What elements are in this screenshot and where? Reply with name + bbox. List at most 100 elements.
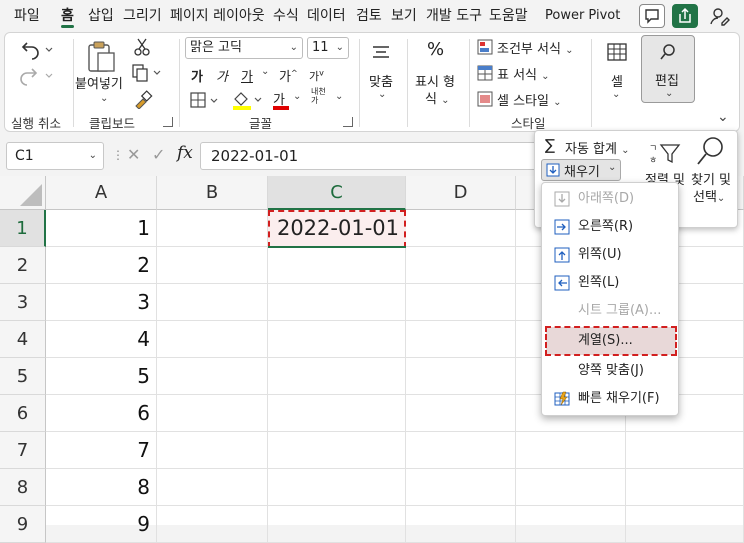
cell-a5[interactable]: 5	[46, 358, 157, 395]
fill-menu-left[interactable]: 왼쪽(L)	[546, 269, 676, 297]
column-header-c[interactable]: C	[268, 176, 406, 210]
cells-label[interactable]: 셀	[611, 71, 623, 90]
tab-developer[interactable]: 개발 도구	[426, 0, 482, 32]
italic-button[interactable]: 가	[216, 66, 228, 85]
cut-icon[interactable]	[133, 37, 151, 57]
alignment-icon[interactable]	[371, 43, 391, 63]
cell-f7[interactable]	[626, 432, 744, 469]
tab-insert[interactable]: 삽입	[88, 0, 114, 32]
cell-c1[interactable]: 2022-01-01	[268, 210, 406, 248]
tab-power-pivot[interactable]: Power Pivot	[545, 0, 620, 32]
fill-menu-up[interactable]: 위쪽(U)	[546, 241, 676, 269]
font-color-button[interactable]: 가	[273, 89, 289, 110]
row-header-8[interactable]: 8	[0, 469, 46, 506]
tab-draw[interactable]: 그리기	[123, 0, 162, 32]
alignment-chevron-icon[interactable]: ⌄	[378, 89, 386, 100]
name-box[interactable]: C1 ⌄	[6, 142, 104, 170]
cell-c5[interactable]	[268, 358, 406, 395]
cell-a4[interactable]: 4	[46, 321, 157, 358]
tab-formulas[interactable]: 수식	[273, 0, 299, 32]
copy-icon[interactable]	[131, 63, 165, 83]
sort-filter-icon[interactable]: ㄱ ㅎ	[647, 139, 681, 169]
grow-font-button[interactable]: 가^	[279, 66, 298, 85]
cell-c7[interactable]	[268, 432, 406, 469]
tab-help[interactable]: 도움말	[489, 0, 528, 32]
cell-a2[interactable]: 2	[46, 247, 157, 284]
find-select-button[interactable]: 선택⌄	[693, 186, 725, 205]
cell-e7[interactable]	[516, 432, 626, 469]
format-painter-icon[interactable]	[133, 89, 153, 109]
row-header-1[interactable]: 1	[0, 210, 46, 247]
select-all-button[interactable]	[0, 176, 46, 210]
number-format-label-line2[interactable]: 식 ⌄	[425, 88, 450, 107]
cell-b1[interactable]	[157, 210, 268, 247]
font-size-field[interactable]: 11 ⌄	[307, 37, 349, 59]
conditional-format-button[interactable]: 조건부 서식 ⌄	[497, 38, 573, 57]
cell-b4[interactable]	[157, 321, 268, 358]
cell-d8[interactable]	[406, 469, 516, 506]
cell-c4[interactable]	[268, 321, 406, 358]
cells-icon[interactable]	[607, 43, 627, 61]
row-header-5[interactable]: 5	[0, 358, 46, 395]
paste-icon[interactable]	[83, 39, 119, 75]
underline-chevron-icon[interactable]: ⌄	[261, 66, 269, 77]
redo-icon[interactable]	[19, 65, 53, 87]
cell-c6[interactable]	[268, 395, 406, 432]
cell-b6[interactable]	[157, 395, 268, 432]
undo-icon[interactable]	[19, 39, 53, 61]
confirm-entry-icon[interactable]: ✓	[152, 145, 165, 164]
cell-d2[interactable]	[406, 247, 516, 284]
row-header-3[interactable]: 3	[0, 284, 46, 321]
fill-menu-flash-fill[interactable]: 빠른 채우기(F)	[546, 385, 676, 413]
tab-review[interactable]: 검토	[356, 0, 382, 32]
phonetic-chevron-icon[interactable]: ⌄	[335, 91, 343, 102]
fill-menu-sheet-group[interactable]: 시트 그룹(A)...	[546, 297, 676, 325]
cell-b2[interactable]	[157, 247, 268, 284]
cells-chevron-icon[interactable]: ⌄	[612, 89, 620, 100]
alignment-label[interactable]: 맞춤	[369, 71, 393, 90]
number-format-icon[interactable]: %	[427, 39, 444, 60]
cell-d7[interactable]	[406, 432, 516, 469]
formula-input[interactable]: 2022-01-01	[200, 142, 540, 170]
fill-menu-down[interactable]: 아래쪽(D)	[546, 185, 676, 213]
cell-d3[interactable]	[406, 284, 516, 321]
column-header-d[interactable]: D	[406, 176, 516, 210]
cell-c3[interactable]	[268, 284, 406, 321]
shrink-font-button[interactable]: 가v	[309, 68, 324, 84]
row-header-6[interactable]: 6	[0, 395, 46, 432]
cell-b7[interactable]	[157, 432, 268, 469]
cell-a7[interactable]: 7	[46, 432, 157, 469]
cell-a8[interactable]: 8	[46, 469, 157, 506]
font-color-chevron-icon[interactable]: ⌄	[293, 91, 301, 102]
cell-d5[interactable]	[406, 358, 516, 395]
coauthor-icon[interactable]	[708, 5, 732, 27]
row-header-7[interactable]: 7	[0, 432, 46, 469]
tab-page-layout[interactable]: 페이지 레이아웃	[170, 0, 265, 32]
cell-c8[interactable]	[268, 469, 406, 506]
cell-a1[interactable]: 1	[46, 210, 157, 247]
paste-chevron-icon[interactable]: ⌄	[100, 93, 108, 104]
cell-f8[interactable]	[626, 469, 744, 506]
cell-c2[interactable]	[268, 247, 406, 284]
fill-button[interactable]: 채우기 ⌄	[541, 159, 621, 181]
tab-data[interactable]: 데이터	[307, 0, 346, 32]
tab-file[interactable]: 파일	[14, 0, 40, 32]
fill-color-icon[interactable]	[231, 89, 265, 111]
cell-d4[interactable]	[406, 321, 516, 358]
cell-e8[interactable]	[516, 469, 626, 506]
row-header-2[interactable]: 2	[0, 247, 46, 284]
underline-button[interactable]: 가	[241, 66, 253, 85]
column-header-b[interactable]: B	[157, 176, 268, 210]
cell-b3[interactable]	[157, 284, 268, 321]
comments-button[interactable]	[639, 4, 665, 28]
borders-icon[interactable]	[189, 91, 221, 111]
table-format-button[interactable]: 표 서식 ⌄	[497, 64, 550, 83]
ribbon-collapse-icon[interactable]: ⌄	[717, 109, 729, 125]
share-button[interactable]	[672, 4, 698, 28]
clipboard-launcher-icon[interactable]	[163, 117, 173, 127]
autosum-button[interactable]: 자동 합계 ⌄	[565, 138, 630, 157]
bold-button[interactable]: 가	[191, 66, 203, 85]
cell-d6[interactable]	[406, 395, 516, 432]
phonetic-button[interactable]: 내천 가	[311, 87, 326, 105]
cell-b8[interactable]	[157, 469, 268, 506]
